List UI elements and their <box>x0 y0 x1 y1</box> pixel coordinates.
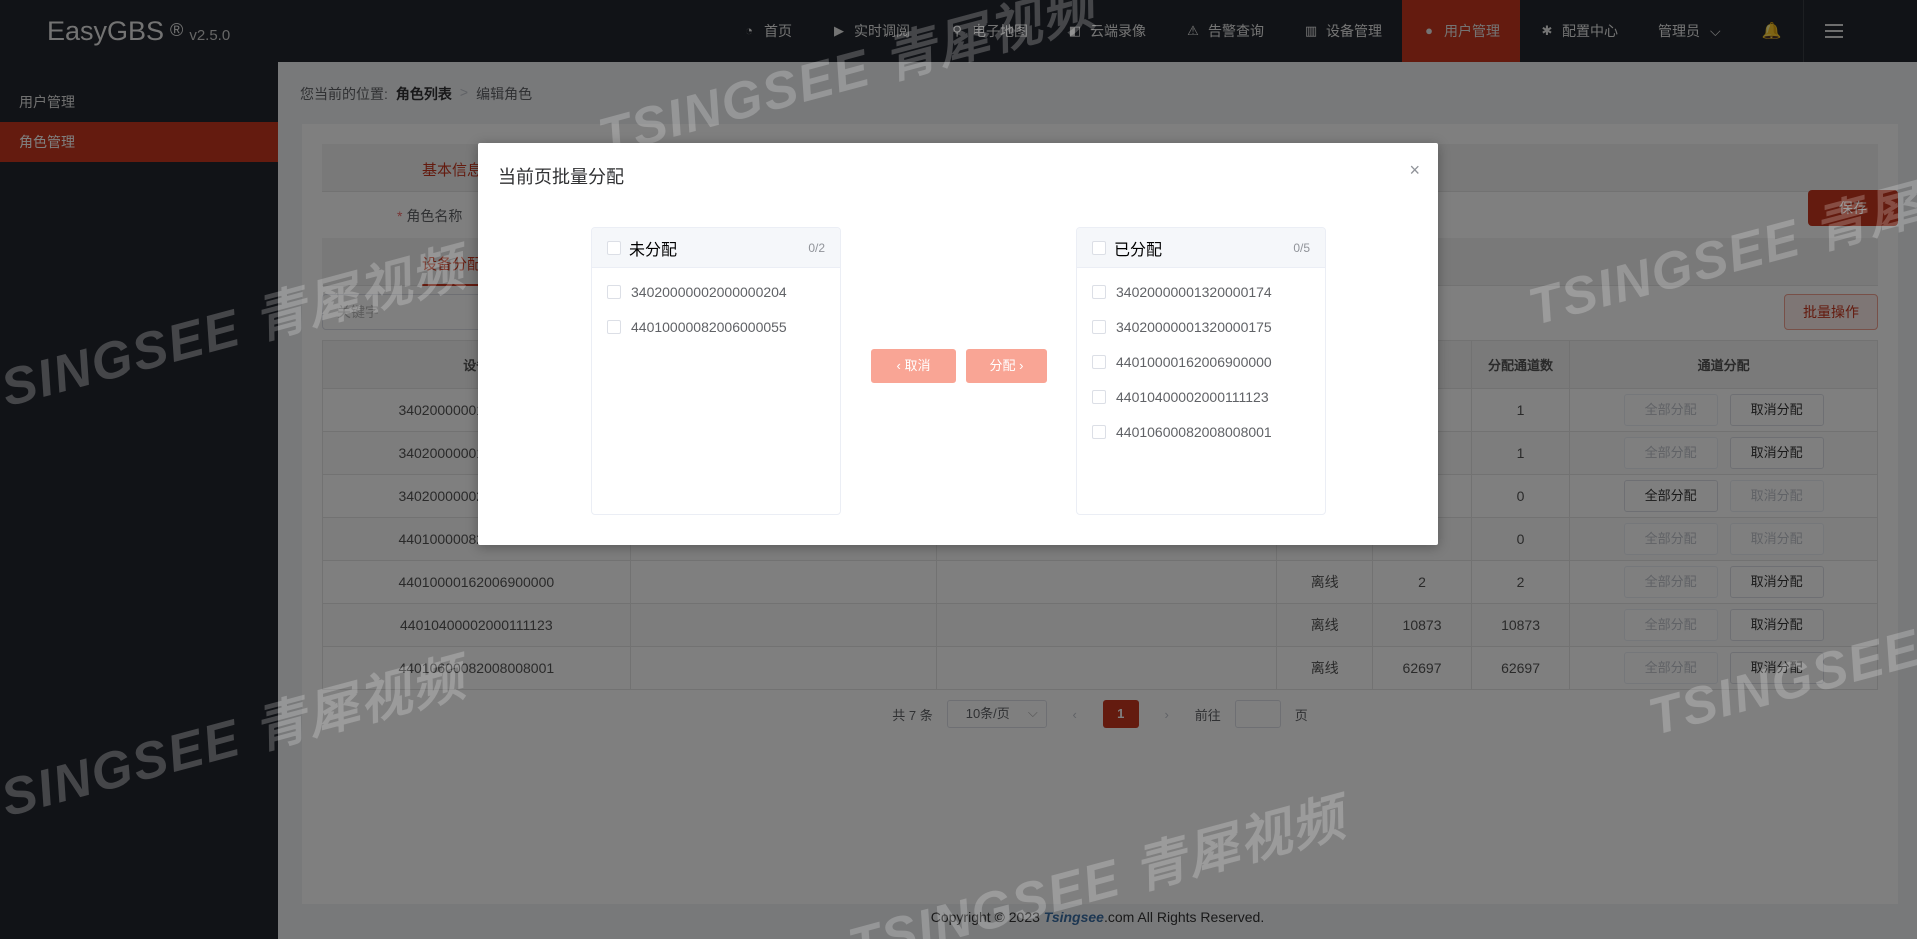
panel-count-assigned: 0/5 <box>1293 240 1310 255</box>
transfer-item-label: 34020000001320000174 <box>1116 283 1272 300</box>
panel-header-assigned: 已分配 0/5 <box>1077 228 1325 268</box>
assigned-list: 34020000001320000174 34020000001320000175… <box>1077 268 1325 449</box>
transfer-list-item[interactable]: 34020000001320000175 <box>1077 309 1325 344</box>
select-all-assigned-checkbox[interactable] <box>1092 240 1106 255</box>
item-checkbox[interactable] <box>607 284 621 299</box>
transfer-list-item[interactable]: 44010000082006000055 <box>592 309 840 344</box>
item-checkbox[interactable] <box>1092 284 1106 299</box>
chevron-right-icon: › <box>1019 358 1024 373</box>
select-all-unassigned-checkbox[interactable] <box>607 240 621 255</box>
transfer-list-item[interactable]: 44010000162006900000 <box>1077 344 1325 379</box>
transfer-cancel-button[interactable]: ‹ 取消 <box>871 349 956 383</box>
transfer-item-label: 44010000082006000055 <box>631 318 787 335</box>
transfer-item-label: 44010000162006900000 <box>1116 353 1272 370</box>
unassigned-list: 34020000002000000204 44010000082006000055 <box>592 268 840 344</box>
item-checkbox[interactable] <box>1092 354 1106 369</box>
transfer-panel-assigned: 已分配 0/5 34020000001320000174 340200000013… <box>1076 227 1326 515</box>
transfer-item-label: 34020000001320000175 <box>1116 318 1272 335</box>
close-icon[interactable]: × <box>1409 161 1420 179</box>
panel-title-assigned: 已分配 <box>1114 241 1163 259</box>
panel-title-unassigned: 未分配 <box>629 241 678 259</box>
item-checkbox[interactable] <box>1092 424 1106 439</box>
item-checkbox[interactable] <box>1092 389 1106 404</box>
transfer-list-item[interactable]: 44010400002000111123 <box>1077 379 1325 414</box>
transfer-assign-button[interactable]: 分配 › <box>966 349 1047 383</box>
panel-header-unassigned: 未分配 0/2 <box>592 228 840 268</box>
transfer-item-label: 44010400002000111123 <box>1116 388 1269 405</box>
transfer-list-item[interactable]: 34020000002000000204 <box>592 274 840 309</box>
dialog-title: 当前页批量分配 <box>498 167 624 187</box>
transfer-item-label: 34020000002000000204 <box>631 283 787 300</box>
item-checkbox[interactable] <box>607 319 621 334</box>
transfer-list-item[interactable]: 34020000001320000174 <box>1077 274 1325 309</box>
transfer-panel-unassigned: 未分配 0/2 34020000002000000204 440100000820… <box>591 227 841 515</box>
transfer-item-label: 44010600082008008001 <box>1116 423 1272 440</box>
transfer-assign-label: 分配 <box>989 358 1016 373</box>
transfer-cancel-label: 取消 <box>904 358 931 373</box>
batch-assign-dialog: 当前页批量分配 × 未分配 0/2 34020000002000000204 44… <box>478 143 1438 545</box>
chevron-left-icon: ‹ <box>896 358 901 373</box>
transfer-list-item[interactable]: 44010600082008008001 <box>1077 414 1325 449</box>
item-checkbox[interactable] <box>1092 319 1106 334</box>
panel-count-unassigned: 0/2 <box>808 240 825 255</box>
